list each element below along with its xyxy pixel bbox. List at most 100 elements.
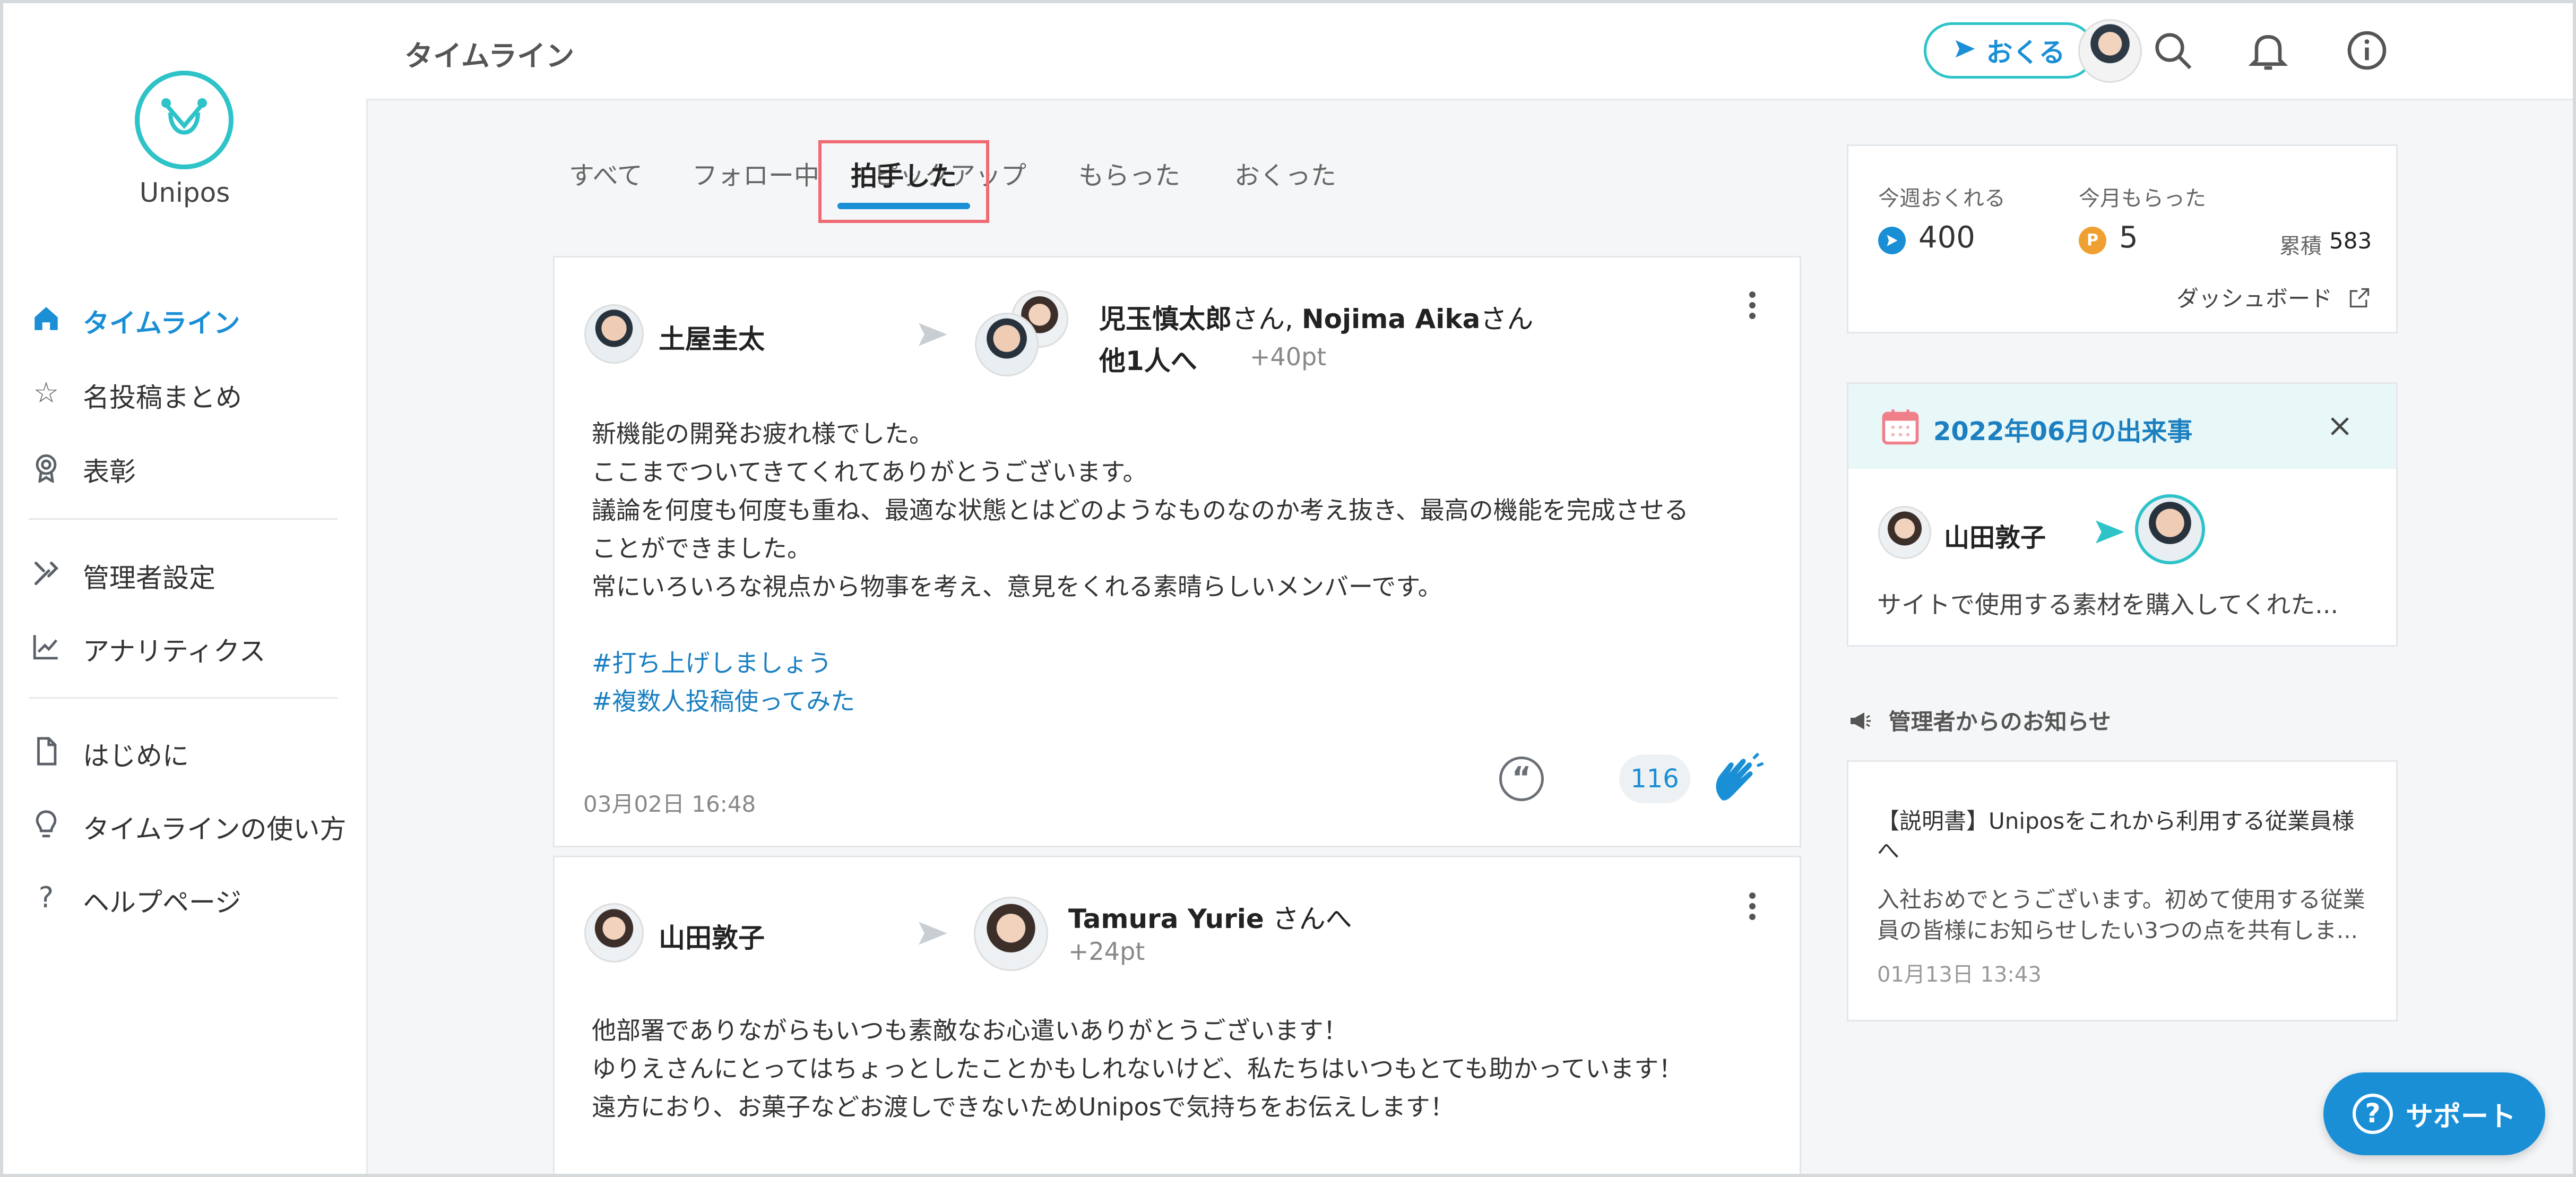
sidebar-divider (29, 518, 338, 520)
send-button[interactable]: おくる (1924, 22, 2095, 79)
unipos-logo[interactable] (135, 71, 234, 169)
recipient-suffix: さんへ (1264, 904, 1352, 934)
hashtag-link[interactable]: #打ち上げしましょう (592, 644, 832, 679)
recipient-list[interactable]: 児玉慎太郎さん, Nojima Aikaさん (1099, 298, 1533, 336)
sender-name[interactable]: 土屋圭太 (659, 318, 765, 356)
sidebar: Unipos タイムライン ☆ 名投稿まとめ 表彰 管理者設定 アナリティクス … (3, 3, 368, 1174)
send-points-icon (1878, 227, 1906, 254)
post-card: 山田敦子 Tamura Yurie さんへ +24pt 他部署でありながらもいつ… (553, 856, 1801, 1174)
post-body-line: 他部署でありながらもいつも素敵なお心遣いありがとうございます！ (592, 1016, 1348, 1045)
tab-clapped[interactable]: 拍手した (818, 140, 989, 223)
sidebar-item-label: タイムライン (83, 308, 240, 339)
sender-name[interactable]: 山田敦子 (659, 917, 765, 955)
tab-following[interactable]: フォロー中 (692, 154, 819, 192)
search-icon[interactable] (2149, 27, 2196, 74)
sidebar-item-analytics[interactable]: アナリティクス (3, 615, 366, 679)
notice-card[interactable]: 【説明書】Uniposをこれから利用する従業員様 へ 入社おめでとうございます。… (1847, 760, 2398, 1021)
send-icon (1953, 35, 1977, 66)
post-points: +40pt (1250, 342, 1327, 371)
page-title: タイムライン (404, 39, 575, 73)
event-header: 2022年06月の出来事 (1848, 384, 2396, 469)
support-label: サポート (2405, 1101, 2516, 1133)
dashboard-link[interactable]: ダッシュボード (2176, 281, 2371, 313)
total-label: 累積 (2279, 234, 2322, 259)
sidebar-item-label: 表彰 (83, 457, 136, 487)
sidebar-item-timeline[interactable]: タイムライン (3, 287, 366, 351)
weekly-label: 今週おくれる (1878, 186, 2006, 211)
recipient-more[interactable]: 他1人へ (1099, 340, 1197, 378)
clap-icon[interactable] (1707, 751, 1766, 810)
sidebar-item-best-posts[interactable]: ☆ 名投稿まとめ (3, 362, 366, 425)
sidebar-item-label: はじめに (83, 741, 189, 771)
tab-clapped-label: 拍手した (851, 161, 957, 192)
sidebar-item-label: 名投稿まとめ (83, 382, 242, 413)
point-coin-icon: P (2079, 227, 2106, 254)
weekly-value: 400 (1918, 220, 1975, 255)
post-body-line: ゆりえさんにとってはちょっとしたことかもしれないけど、私たちはいつもとても助かっ… (592, 1054, 1683, 1083)
tab-active-indicator (837, 203, 970, 209)
app-name: Unipos (139, 177, 230, 208)
send-arrow-icon (919, 323, 947, 346)
hashtag-link[interactable]: #複数人投稿使ってみた (592, 682, 855, 717)
more-options-icon[interactable] (1744, 287, 1760, 335)
megaphone-icon (1851, 712, 1871, 729)
tools-icon (31, 558, 62, 589)
sender-avatar[interactable] (584, 304, 644, 364)
sidebar-divider (29, 697, 338, 699)
question-icon: ? (38, 881, 54, 914)
sidebar-item-admin-settings[interactable]: 管理者設定 (3, 542, 366, 606)
monthly-event-card: 2022年06月の出来事 山田敦子 サイトで使用する素材を購入してくれた... (1847, 382, 2398, 647)
recipient-name: Nojima Aika (1301, 304, 1481, 334)
points-summary: 今週おくれる 400 今月もらった P 5 累積 583 ダッシュボード (1847, 144, 2398, 333)
sidebar-item-label: ヘルプページ (83, 887, 241, 918)
quote-icon[interactable]: “ (1499, 757, 1544, 801)
send-arrow-icon (919, 922, 947, 945)
tab-all[interactable]: すべて (569, 154, 643, 192)
recipient-avatar[interactable] (974, 897, 1048, 971)
sidebar-item-help[interactable]: ? ヘルプページ (3, 866, 366, 930)
app-window: Unipos タイムライン ☆ 名投稿まとめ 表彰 管理者設定 アナリティクス … (0, 0, 2576, 1177)
recipient-list[interactable]: Tamura Yurie さんへ (1068, 898, 1352, 936)
sidebar-item-getting-started[interactable]: はじめに (3, 720, 366, 784)
tab-received[interactable]: もらった (1078, 154, 1180, 192)
sidebar-item-label: アナリティクス (83, 636, 266, 667)
help-circle-icon: ? (2352, 1094, 2393, 1134)
document-icon (31, 736, 62, 767)
recipient-name: 児玉慎太郎 (1099, 304, 1232, 334)
sidebar-item-awards[interactable]: 表彰 (3, 436, 366, 500)
post-card: 土屋圭太 児玉慎太郎さん, Nojima Aikaさん 他1人へ +40pt 新… (553, 256, 1801, 847)
notice-body: 入社おめでとうございます。初めて使用する従業 (1877, 887, 2365, 913)
info-icon[interactable] (2344, 27, 2390, 74)
recipient-avatar[interactable] (975, 313, 1039, 376)
sidebar-item-label: 管理者設定 (83, 563, 215, 594)
external-link-icon (2350, 288, 2370, 308)
top-bar: タイムライン おくる (366, 3, 2573, 100)
chart-icon (31, 631, 62, 662)
support-button[interactable]: ? サポート (2323, 1072, 2545, 1155)
user-avatar[interactable] (2078, 19, 2142, 83)
send-arrow-icon (2096, 520, 2124, 544)
lightbulb-icon (31, 809, 62, 840)
clap-count[interactable]: 116 (1619, 754, 1690, 803)
monthly-label: 今月もらった (2079, 186, 2206, 211)
close-icon[interactable] (2326, 413, 2354, 440)
home-icon (31, 303, 62, 334)
recipient-avatar[interactable] (2135, 494, 2205, 564)
tab-sent[interactable]: おくった (1234, 154, 1336, 192)
sender-avatar[interactable] (1878, 506, 1931, 559)
notice-title: 【説明書】Uniposをこれから利用する従業員様 (1877, 808, 2355, 834)
post-points: +24pt (1068, 937, 1145, 966)
post-body-line: ことができました。 (592, 534, 811, 563)
sender-avatar[interactable] (584, 903, 644, 963)
total-value: 583 (2329, 228, 2372, 254)
post-date: 03月02日 16:48 (583, 791, 756, 817)
recipient-suffix: さん (1480, 304, 1534, 334)
bell-icon[interactable] (2245, 27, 2292, 74)
calendar-icon (1882, 409, 1919, 445)
award-icon (31, 452, 62, 484)
more-options-icon[interactable] (1744, 888, 1760, 936)
event-message[interactable]: サイトで使用する素材を購入してくれた... (1877, 586, 2338, 621)
sidebar-item-how-to-use[interactable]: タイムラインの使い方 (3, 793, 366, 857)
event-sender-name[interactable]: 山田敦子 (1944, 517, 2046, 554)
monthly-value: 5 (2119, 220, 2138, 255)
